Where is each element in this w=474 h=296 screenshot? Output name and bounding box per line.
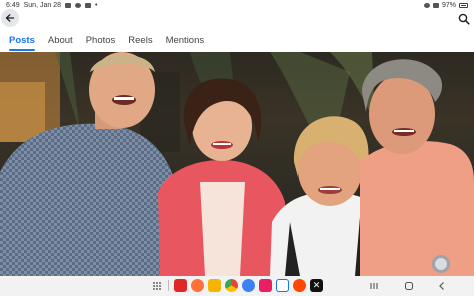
group-photo-illustration [0, 52, 474, 276]
dock-divider [168, 280, 169, 291]
top-nav [0, 9, 474, 29]
tab-posts[interactable]: Posts [9, 32, 35, 51]
files-icon[interactable] [208, 279, 221, 292]
arrow-left-icon [5, 14, 15, 22]
notification-icon [65, 3, 71, 8]
status-date: Sun, Jan 28 [23, 2, 61, 9]
recents-button[interactable] [368, 280, 380, 292]
battery-icon [459, 3, 468, 8]
chrome-icon[interactable] [225, 279, 238, 292]
screen-recorder-icon[interactable] [259, 279, 272, 292]
profile-tabs: Posts About Photos Reels Mentions [0, 30, 474, 51]
home-icon [404, 281, 414, 291]
post-photo[interactable] [0, 52, 474, 276]
status-time: 6:49 [6, 2, 20, 9]
calendar-icon[interactable] [276, 279, 289, 292]
messages-icon[interactable] [242, 279, 255, 292]
search-button[interactable] [458, 12, 470, 25]
recents-icon [370, 283, 378, 289]
back-button[interactable] [1, 9, 19, 27]
tab-mentions[interactable]: Mentions [166, 32, 205, 49]
reddit-icon[interactable] [293, 279, 306, 292]
tab-photos[interactable]: Photos [86, 32, 116, 49]
firefox-icon[interactable] [191, 279, 204, 292]
tab-about[interactable]: About [48, 32, 73, 49]
tab-reels[interactable]: Reels [128, 32, 152, 49]
x-icon[interactable]: ✕ [310, 279, 323, 292]
system-back-button[interactable] [436, 280, 448, 292]
signal-icon [432, 3, 439, 8]
home-button[interactable] [403, 280, 415, 292]
battery-percent: 97% [441, 2, 456, 9]
more-notifications-icon: • [95, 2, 98, 9]
dock-apps: ✕ [150, 279, 323, 292]
notification-icon-3 [85, 3, 91, 8]
back-icon [439, 282, 444, 290]
app-drawer-icon[interactable] [150, 279, 163, 292]
wifi-icon [423, 3, 430, 8]
flipboard-icon[interactable] [174, 279, 187, 292]
search-icon [458, 13, 470, 25]
notification-icon-2 [75, 3, 81, 8]
taskbar: ✕ [0, 276, 474, 296]
